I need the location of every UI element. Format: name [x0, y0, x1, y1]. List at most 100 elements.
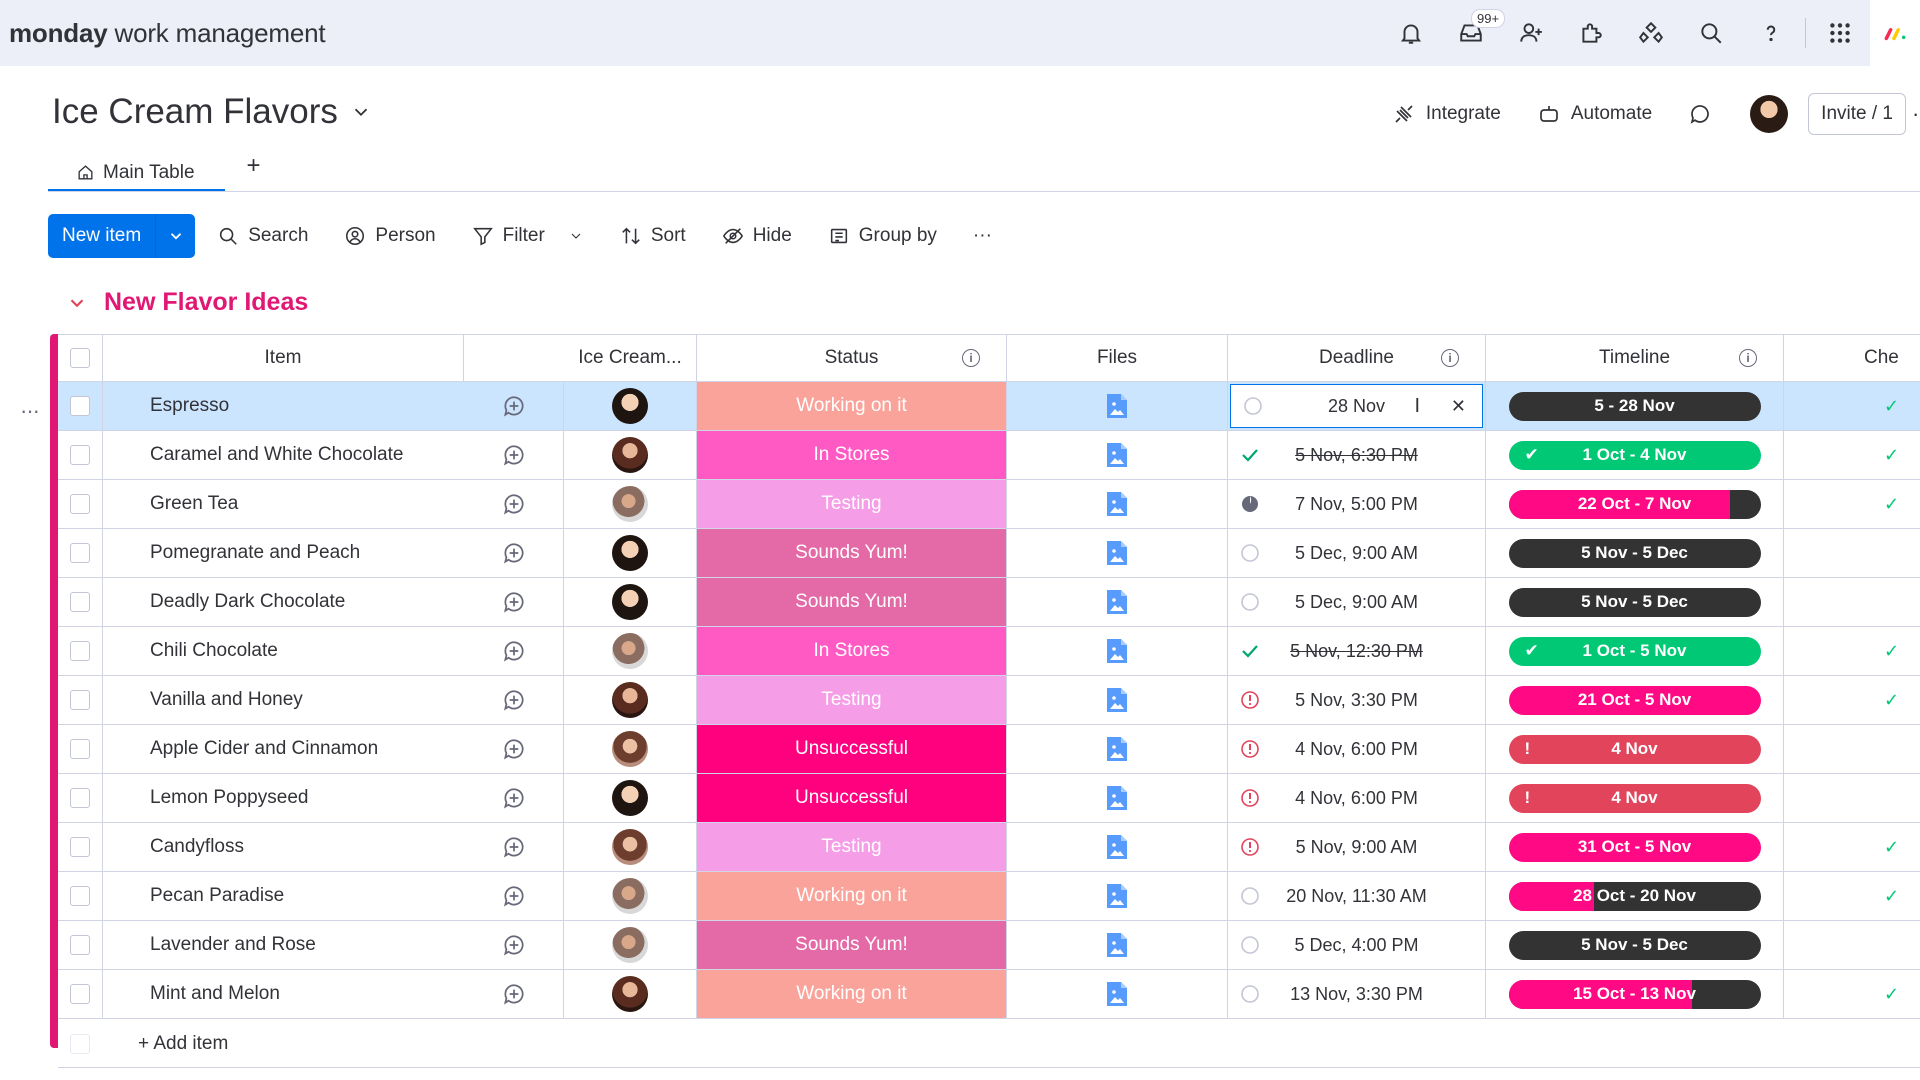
filter-button[interactable]: Filter: [458, 214, 598, 258]
row-select-cell[interactable]: [58, 774, 103, 822]
row-checkbox[interactable]: [70, 837, 90, 857]
workspaces-icon[interactable]: [1621, 0, 1681, 66]
deadline-status-icon[interactable]: [1240, 935, 1260, 955]
person-cell[interactable]: [564, 627, 697, 675]
check-cell[interactable]: [1784, 921, 1920, 969]
row-checkbox[interactable]: [70, 592, 90, 612]
person-cell[interactable]: [564, 431, 697, 479]
deadline-status-icon[interactable]: [1240, 494, 1260, 514]
status-cell[interactable]: Testing: [697, 676, 1007, 724]
check-cell[interactable]: [1784, 578, 1920, 626]
timeline-bar[interactable]: 28 Oct - 20 Nov: [1508, 881, 1761, 911]
person-cell[interactable]: [564, 774, 697, 822]
column-header-person[interactable]: Ice Cream...: [564, 335, 697, 381]
check-cell[interactable]: ✓: [1784, 431, 1920, 479]
apps-marketplace-icon[interactable]: [1561, 0, 1621, 66]
file-image-icon[interactable]: [1105, 735, 1129, 763]
add-update-icon[interactable]: [501, 540, 527, 566]
deadline-status-icon[interactable]: [1240, 690, 1260, 710]
deadline-cell[interactable]: 5 Nov, 9:00 AM: [1228, 823, 1486, 871]
files-cell[interactable]: [1007, 921, 1228, 969]
item-name[interactable]: Candyfloss: [150, 836, 244, 858]
files-cell[interactable]: [1007, 970, 1228, 1018]
row-checkbox[interactable]: [70, 935, 90, 955]
chevron-down-icon[interactable]: [66, 292, 88, 314]
item-name[interactable]: Pecan Paradise: [150, 885, 284, 907]
file-image-icon[interactable]: [1105, 686, 1129, 714]
item-updates-cell[interactable]: [464, 627, 564, 675]
avatar[interactable]: [612, 878, 648, 914]
person-cell[interactable]: [564, 578, 697, 626]
deadline-cell[interactable]: 4 Nov, 6:00 PM: [1228, 774, 1486, 822]
files-cell[interactable]: [1007, 872, 1228, 920]
person-filter-button[interactable]: Person: [330, 214, 449, 258]
check-cell[interactable]: [1784, 774, 1920, 822]
new-item-dropdown[interactable]: [155, 214, 195, 258]
table-row[interactable]: Caramel and White Chocolate In Stores 5 No…: [58, 431, 1920, 480]
column-header-timeline[interactable]: Timeline i: [1486, 335, 1784, 381]
automate-button[interactable]: Automate: [1519, 102, 1670, 126]
timeline-bar[interactable]: 5 Nov - 5 Dec: [1508, 538, 1761, 568]
group-header[interactable]: New Flavor Ideas: [66, 288, 308, 317]
deadline-status-icon[interactable]: [1240, 445, 1260, 465]
status-cell[interactable]: Sounds Yum!: [697, 578, 1007, 626]
table-row[interactable]: Candyfloss Testing 5 Nov, 9:00 AM 31 Oct - …: [58, 823, 1920, 872]
status-cell[interactable]: Unsuccessful: [697, 774, 1007, 822]
deadline-status-icon[interactable]: [1240, 641, 1260, 661]
new-item-button[interactable]: New item: [48, 214, 196, 258]
item-name[interactable]: Pomegranate and Peach: [150, 542, 360, 564]
add-update-icon[interactable]: [501, 491, 527, 517]
info-icon[interactable]: i: [1739, 349, 1757, 367]
deadline-cell[interactable]: 4 Nov, 6:00 PM: [1228, 725, 1486, 773]
row-select-cell[interactable]: [58, 676, 103, 724]
deadline-status-icon[interactable]: [1240, 543, 1260, 563]
add-update-icon[interactable]: [501, 883, 527, 909]
timeline-cell[interactable]: 21 Oct - 5 Nov: [1486, 676, 1784, 724]
info-icon[interactable]: i: [1441, 349, 1459, 367]
table-row[interactable]: Lavender and Rose Sounds Yum! 5 Dec, 4:00 …: [58, 921, 1920, 970]
deadline-cell[interactable]: 28 Nov I ✕: [1228, 382, 1486, 430]
inbox-icon[interactable]: 99+: [1441, 0, 1506, 66]
search-icon[interactable]: [1681, 0, 1741, 66]
files-cell[interactable]: [1007, 480, 1228, 528]
person-cell[interactable]: [564, 970, 697, 1018]
person-cell[interactable]: [564, 872, 697, 920]
file-image-icon[interactable]: [1105, 882, 1129, 910]
file-image-icon[interactable]: [1105, 980, 1129, 1008]
table-row[interactable]: Pecan Paradise Working on it 20 Nov, 11:30…: [58, 872, 1920, 921]
files-cell[interactable]: [1007, 676, 1228, 724]
deadline-cell[interactable]: 13 Nov, 3:30 PM: [1228, 970, 1486, 1018]
avatar[interactable]: [612, 780, 648, 816]
row-checkbox[interactable]: [70, 788, 90, 808]
timeline-bar[interactable]: ! 4 Nov: [1508, 783, 1761, 813]
item-name[interactable]: Vanilla and Honey: [150, 689, 303, 711]
clear-date-icon[interactable]: ✕: [1451, 396, 1466, 417]
add-update-icon[interactable]: [501, 932, 527, 958]
row-checkbox[interactable]: [70, 396, 90, 416]
row-menu-icon[interactable]: ···: [20, 398, 40, 424]
timeline-bar[interactable]: ✔ 1 Oct - 5 Nov: [1508, 636, 1761, 666]
notifications-icon[interactable]: [1381, 0, 1441, 66]
deadline-status-icon[interactable]: [1240, 739, 1260, 759]
timeline-bar[interactable]: 15 Oct - 13 Nov: [1508, 979, 1761, 1009]
column-header-item[interactable]: Item: [103, 335, 464, 381]
person-cell[interactable]: [564, 480, 697, 528]
status-cell[interactable]: In Stores: [697, 431, 1007, 479]
item-name[interactable]: Mint and Melon: [150, 983, 280, 1005]
more-actions-button[interactable]: ···: [959, 214, 1006, 258]
column-header-files[interactable]: Files: [1007, 335, 1228, 381]
deadline-cell[interactable]: 5 Dec, 9:00 AM: [1228, 578, 1486, 626]
table-row[interactable]: Pomegranate and Peach Sounds Yum! 5 Dec, 9…: [58, 529, 1920, 578]
search-button[interactable]: Search: [203, 214, 322, 258]
item-updates-cell[interactable]: [464, 529, 564, 577]
deadline-input[interactable]: 28 Nov: [1328, 396, 1385, 417]
timeline-cell[interactable]: 31 Oct - 5 Nov: [1486, 823, 1784, 871]
row-checkbox[interactable]: [70, 690, 90, 710]
column-header-deadline[interactable]: Deadline i: [1228, 335, 1486, 381]
row-select-cell[interactable]: [58, 970, 103, 1018]
avatar[interactable]: [1750, 95, 1789, 133]
avatar[interactable]: [612, 976, 648, 1012]
row-select-cell[interactable]: [58, 627, 103, 675]
person-cell[interactable]: [564, 529, 697, 577]
deadline-status-icon[interactable]: [1243, 396, 1263, 416]
